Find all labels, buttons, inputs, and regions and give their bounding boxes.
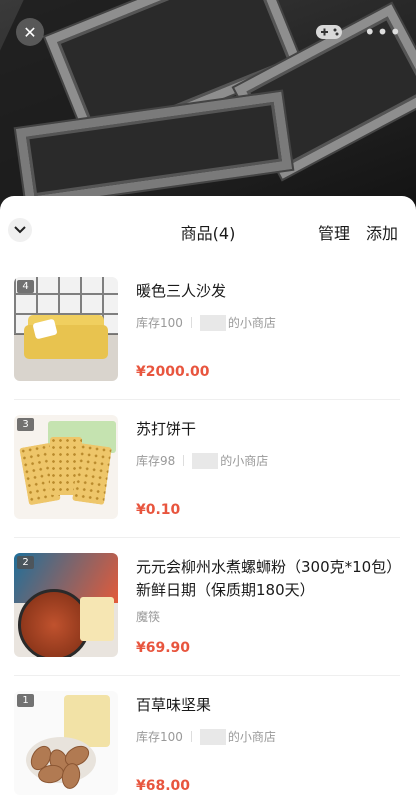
product-image-nuts[interactable]: 1 — [14, 691, 118, 795]
shop-name: 的小商店 — [227, 730, 276, 744]
rank-badge: 2 — [17, 556, 34, 569]
shop-name: 的小商店 — [227, 316, 276, 330]
stock-count: 库存100 — [136, 316, 183, 330]
product-price: ¥69.90 — [136, 640, 191, 656]
product-name: 苏打饼干 — [136, 420, 197, 438]
shop-name: 的小商店 — [220, 454, 269, 468]
product-name: 百草味坚果 — [136, 696, 212, 714]
add-button[interactable]: 添加 — [366, 220, 398, 244]
product-image-noodle[interactable]: 2 — [14, 553, 118, 657]
rank-badge: 3 — [17, 418, 34, 431]
product-item[interactable]: 3 苏打饼干 库存98 的小商店 ¥0.10 — [14, 400, 400, 538]
product-image-sofa[interactable]: 4 — [14, 277, 118, 381]
meta-divider — [183, 455, 185, 466]
rank-badge: 4 — [17, 280, 34, 293]
product-meta: 魔筷 — [136, 608, 160, 625]
sheet-header: 商品(4) 管理 添加 — [0, 196, 416, 262]
product-item[interactable]: 2 元元会柳州水煮螺蛳粉（300克*10包）新鲜日期（保质期180天） 魔筷 ¥… — [14, 538, 400, 676]
game-button[interactable] — [314, 18, 344, 46]
product-item[interactable]: 4 暖色三人沙发 库存100 的小商店 ¥2000.00 — [14, 262, 400, 400]
gamepad-icon — [316, 25, 342, 39]
product-meta: 库存98 的小商店 — [136, 452, 268, 469]
cracker — [72, 443, 112, 505]
meta-divider — [190, 317, 192, 328]
more-button[interactable]: ••• — [364, 18, 401, 46]
product-price: ¥0.10 — [136, 502, 181, 518]
shop-name: 魔筷 — [136, 610, 161, 624]
product-meta: 库存100 的小商店 — [136, 728, 276, 745]
close-icon: ✕ — [23, 22, 37, 42]
rank-badge: 1 — [17, 694, 34, 707]
sheet-title: 商品(4) — [180, 224, 236, 243]
stock-count: 库存98 — [136, 454, 176, 468]
noodle-card — [80, 597, 114, 641]
product-meta: 库存100 的小商店 — [136, 314, 276, 331]
more-icon: ••• — [363, 20, 403, 44]
redacted-shop-owner — [192, 452, 219, 469]
meta-divider — [190, 731, 192, 742]
stock-count: 库存100 — [136, 730, 183, 744]
product-sheet: 商品(4) 管理 添加 4 暖色三人沙发 库存100 的小商店 ¥2000.00… — [0, 196, 416, 809]
product-item[interactable]: 1 百草味坚果 库存100 的小商店 ¥68.00 — [14, 676, 400, 809]
redacted-shop-owner — [199, 728, 226, 745]
manage-button[interactable]: 管理 — [318, 220, 350, 244]
product-price: ¥2000.00 — [136, 364, 210, 380]
product-image-biscuit[interactable]: 3 — [14, 415, 118, 519]
redacted-shop-owner — [199, 314, 226, 331]
product-price: ¥68.00 — [136, 778, 191, 794]
close-button[interactable]: ✕ — [16, 18, 44, 46]
product-name: 元元会柳州水煮螺蛳粉（300克*10包）新鲜日期（保质期180天） — [136, 558, 394, 599]
product-name: 暖色三人沙发 — [136, 282, 227, 300]
